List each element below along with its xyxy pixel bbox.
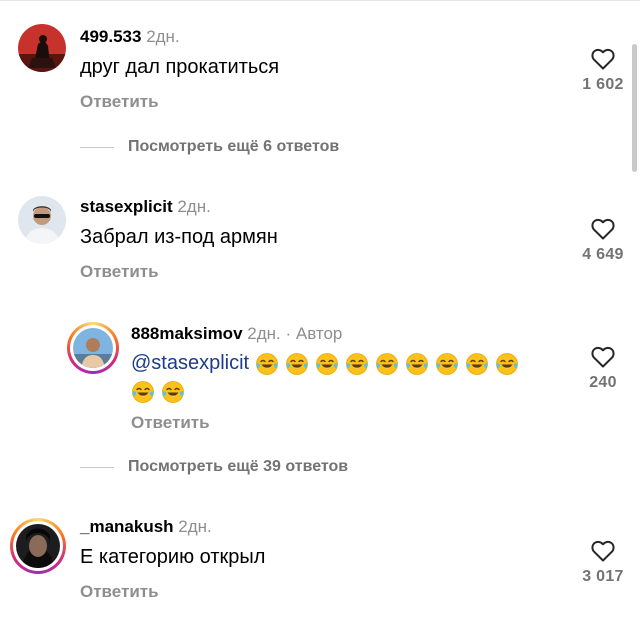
top-divider: [0, 0, 640, 1]
like-control: 4 649: [573, 218, 633, 264]
timestamp: 2дн.: [247, 324, 281, 343]
comment-meta: _manakush 2дн.: [80, 517, 212, 537]
comment-meta: 499.533 2дн.: [80, 27, 180, 47]
reply-meta: 888maksimov 2дн. · Автор: [131, 324, 342, 344]
like-control: 3 017: [573, 540, 633, 586]
face-with-tears-of-joy-icon: [465, 352, 488, 375]
avatar[interactable]: [18, 196, 66, 244]
divider-dash: [80, 466, 114, 468]
face-with-tears-of-joy-icon: [495, 352, 518, 375]
face-with-tears-of-joy-icon: [345, 352, 368, 375]
comment-text: друг дал прокатиться: [80, 56, 280, 78]
heart-outline-icon[interactable]: [591, 540, 615, 562]
face-with-tears-of-joy-icon: [132, 380, 154, 403]
username[interactable]: 888maksimov: [131, 324, 243, 343]
face-with-tears-of-joy-icon: [375, 352, 398, 375]
view-more-label: Посмотреть ещё 39 ответов: [128, 458, 349, 475]
like-control: 1 602: [573, 48, 633, 94]
mention-link[interactable]: @stasexplicit: [131, 352, 249, 374]
heart-outline-icon[interactable]: [591, 346, 615, 368]
like-count: 240: [589, 374, 617, 391]
like-control: 240: [573, 346, 633, 392]
reply-button[interactable]: Ответить: [131, 413, 210, 433]
username[interactable]: stasexplicit: [80, 197, 173, 216]
story-ring-avatar[interactable]: [67, 322, 119, 374]
comment-text: Е категорию открыл: [80, 546, 266, 568]
comment-text: Забрал из-под армян: [80, 226, 278, 248]
username[interactable]: _manakush: [80, 517, 174, 536]
view-more-replies[interactable]: Посмотреть ещё 39 ответов: [80, 458, 348, 476]
face-with-tears-of-joy-icon: [405, 352, 428, 375]
timestamp: 2дн.: [178, 517, 212, 536]
like-count: 4 649: [582, 246, 624, 263]
comment-meta: stasexplicit 2дн.: [80, 197, 211, 217]
avatar[interactable]: [18, 24, 66, 72]
story-ring-avatar[interactable]: [10, 518, 66, 574]
like-count: 3 017: [582, 568, 624, 585]
like-count: 1 602: [582, 76, 624, 93]
view-more-label: Посмотреть ещё 6 ответов: [128, 138, 340, 155]
reply-button[interactable]: Ответить: [80, 582, 159, 602]
heart-outline-icon[interactable]: [591, 48, 615, 70]
reply-button[interactable]: Ответить: [80, 262, 159, 282]
heart-outline-icon[interactable]: [591, 218, 615, 240]
divider-dash: [80, 146, 114, 148]
face-with-tears-of-joy-icon: [255, 352, 278, 375]
view-more-replies[interactable]: Посмотреть ещё 6 ответов: [80, 138, 339, 156]
face-with-tears-of-joy-icon: [315, 352, 338, 375]
reply-text: @stasexplicit: [131, 349, 551, 405]
timestamp: 2дн.: [146, 27, 180, 46]
face-with-tears-of-joy-icon: [162, 380, 184, 403]
username[interactable]: 499.533: [80, 27, 141, 46]
face-with-tears-of-joy-icon: [435, 352, 458, 375]
face-with-tears-of-joy-icon: [285, 352, 308, 375]
timestamp: 2дн.: [177, 197, 211, 216]
reply-button[interactable]: Ответить: [80, 92, 159, 112]
author-tag: · Автор: [285, 324, 343, 343]
